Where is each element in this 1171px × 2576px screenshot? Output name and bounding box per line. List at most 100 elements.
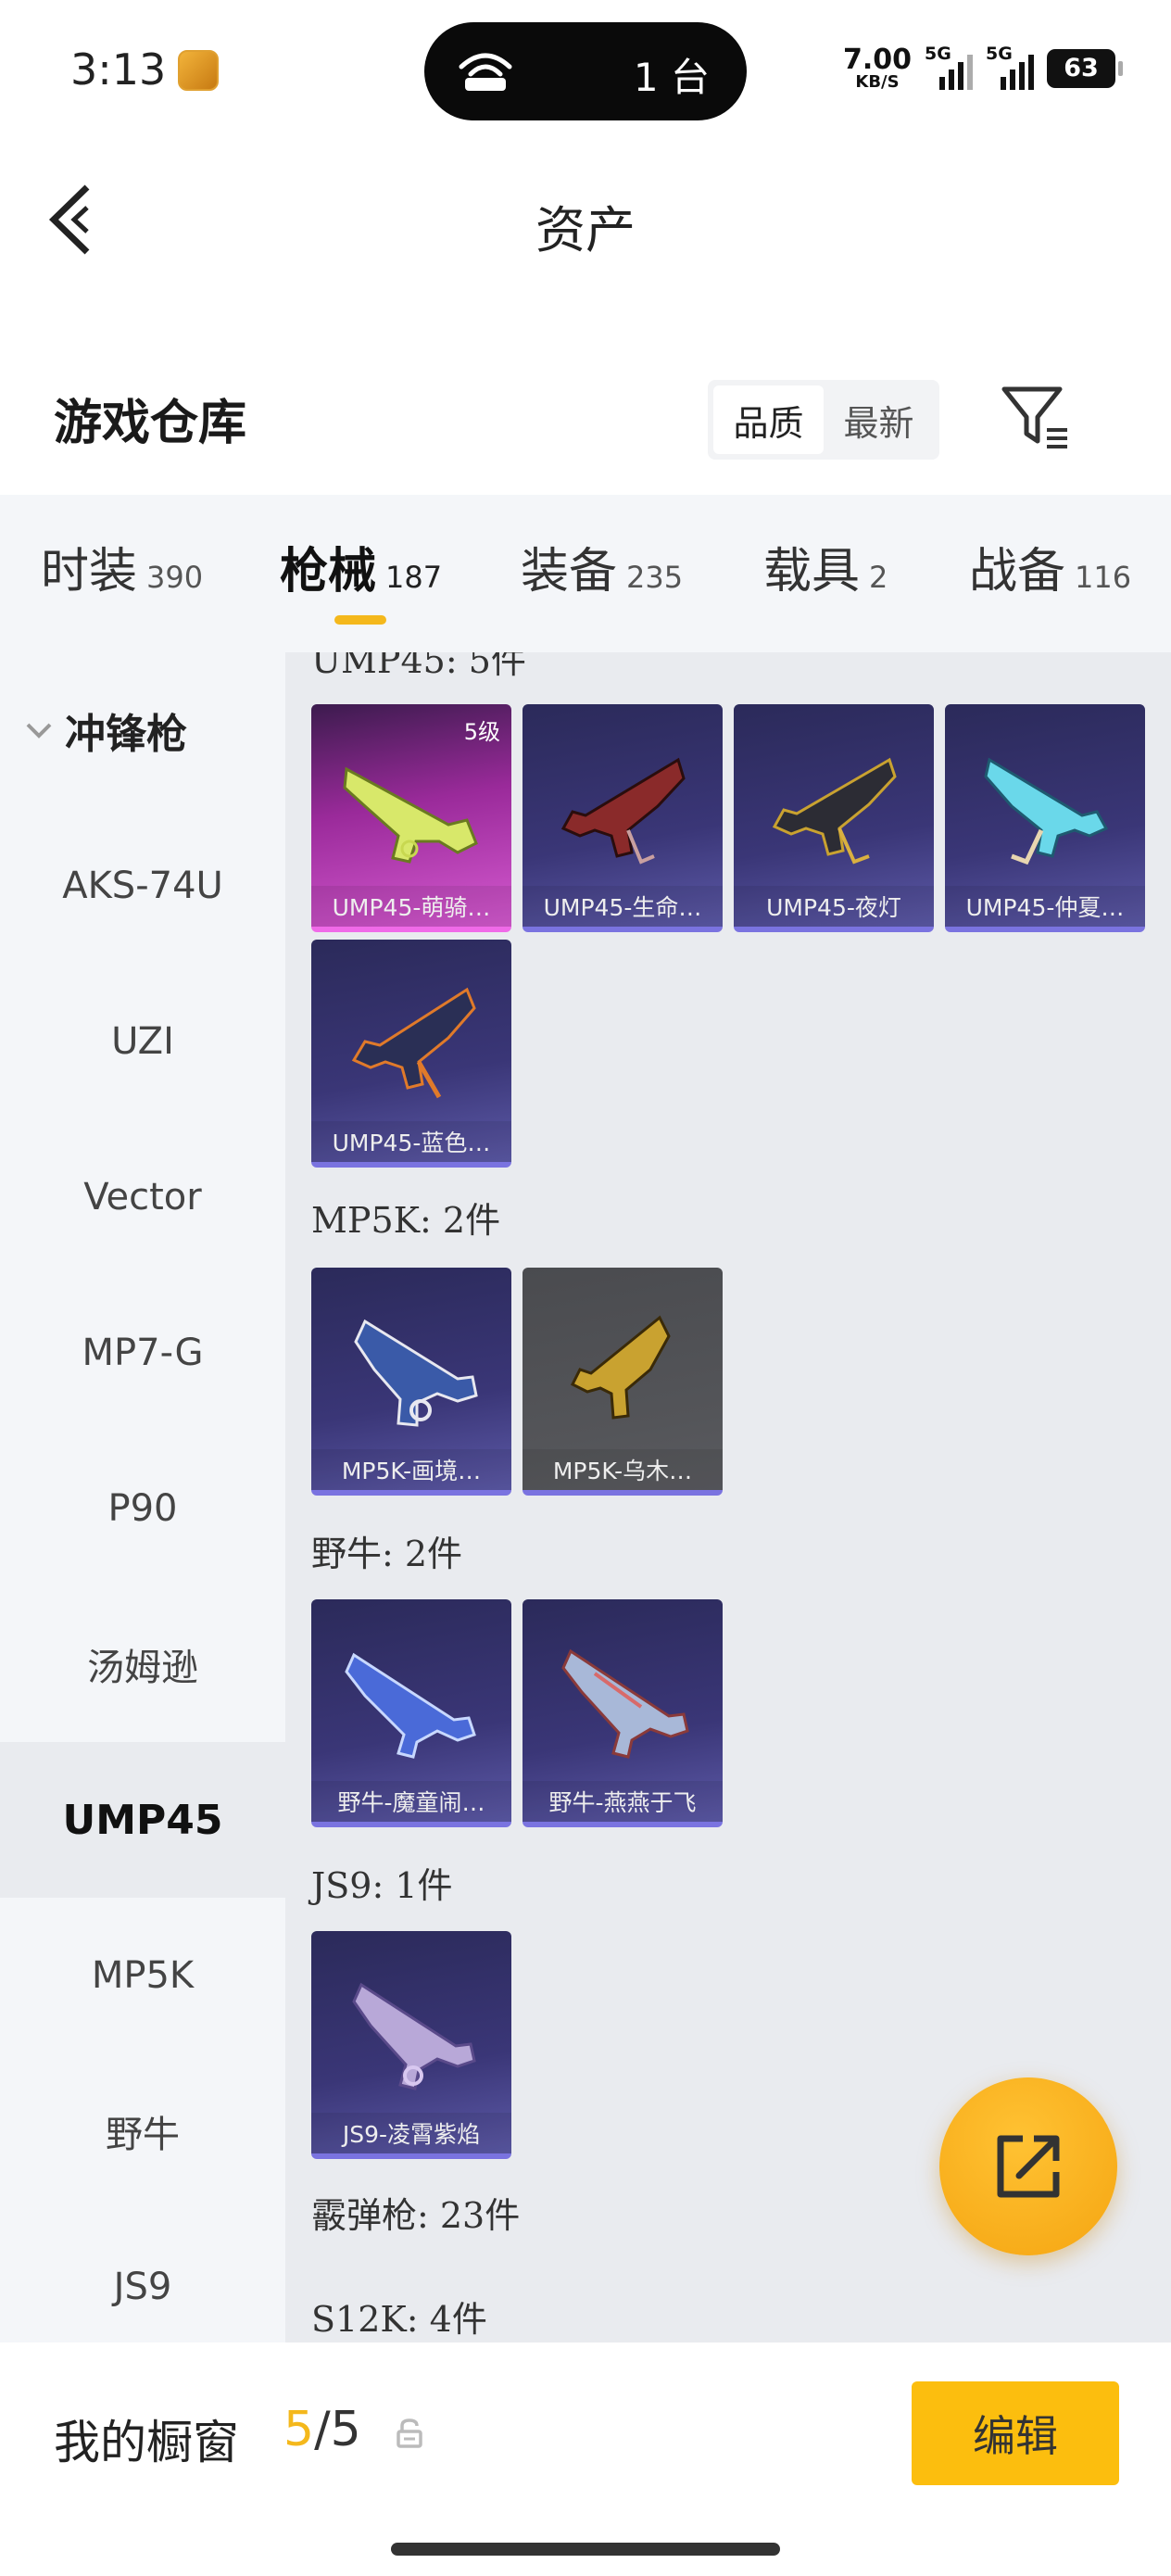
- tab-label: 战备: [969, 544, 1066, 600]
- item-card[interactable]: 野牛-魔童闹…: [311, 1599, 511, 1827]
- item-card[interactable]: MP5K-画境…: [311, 1268, 511, 1496]
- item-name: UMP45-仲夏…: [945, 886, 1145, 927]
- lock-icon: [397, 2418, 422, 2448]
- showcase-count: 5/5: [283, 2402, 361, 2457]
- sidebar-item-mp5k[interactable]: MP5K: [0, 1898, 285, 2053]
- item-card[interactable]: UMP45-夜灯: [734, 704, 934, 932]
- battery-level: 63: [1064, 54, 1099, 82]
- tab-count: 390: [146, 560, 204, 595]
- sidebar-item-aks74u[interactable]: AKS-74U: [0, 808, 285, 964]
- warehouse-title: 游戏仓库: [54, 395, 247, 451]
- sidebar-item-vector[interactable]: Vector: [0, 1119, 285, 1275]
- hotspot-device-count: 1 台: [633, 55, 710, 100]
- sort-newest-option[interactable]: 最新: [824, 385, 934, 454]
- item-card[interactable]: 5级 UMP45-萌骑…: [311, 704, 511, 932]
- item-name: UMP45-蓝色…: [311, 1121, 511, 1162]
- status-time: 3:13: [70, 44, 167, 95]
- item-card[interactable]: 野牛-燕燕于飞: [523, 1599, 723, 1827]
- item-name: 野牛-燕燕于飞: [523, 1781, 723, 1822]
- sidebar-item-uzi[interactable]: UZI: [0, 964, 285, 1119]
- app-notification-icon: [178, 50, 219, 91]
- sidebar-item-mp7g[interactable]: MP7-G: [0, 1275, 285, 1431]
- item-card[interactable]: MP5K-乌木…: [523, 1268, 723, 1496]
- sidebar-group-smg[interactable]: 冲锋枪: [0, 652, 285, 808]
- smg-skin-icon: [984, 757, 1109, 865]
- item-name: UMP45-夜灯: [734, 886, 934, 927]
- share-button[interactable]: [939, 2077, 1117, 2255]
- showcase-total: 5: [330, 2402, 361, 2457]
- showcase-separator: /: [314, 2402, 331, 2457]
- tab-equipment[interactable]: 装备 235: [521, 532, 683, 601]
- sort-toggle: 品质 最新: [708, 380, 939, 460]
- smg-skin-icon: [560, 757, 686, 865]
- hotspot-icon: [459, 53, 512, 91]
- item-card[interactable]: JS9-凌霄紫焰: [311, 1931, 511, 2159]
- network-speed-value: 7.00: [842, 44, 912, 76]
- smg-skin-icon: [570, 1315, 671, 1420]
- dynamic-island[interactable]: 1 台: [424, 22, 747, 120]
- tab-count: 116: [1075, 560, 1132, 595]
- sim2-signal-icon: 5G: [986, 44, 1034, 92]
- item-name: MP5K-画境…: [311, 1449, 511, 1490]
- sidebar-item-thompson[interactable]: 汤姆逊: [0, 1586, 285, 1742]
- item-name: 野牛-魔童闹…: [311, 1781, 511, 1822]
- tab-label: 载具: [763, 544, 861, 600]
- item-name: MP5K-乌木…: [523, 1449, 723, 1490]
- home-indicator[interactable]: [391, 2543, 780, 2556]
- sidebar-item-ump45[interactable]: UMP45: [0, 1742, 285, 1898]
- smg-skin-icon: [561, 1648, 689, 1759]
- item-name: UMP45-萌骑…: [311, 886, 511, 927]
- showcase-bar: 我的橱窗 5/5 编辑: [0, 2342, 1171, 2576]
- showcase-current: 5: [283, 2402, 315, 2457]
- sidebar-item-bizon[interactable]: 野牛: [0, 2053, 285, 2209]
- group-heading-mp5k: MP5K: 2件: [311, 1200, 501, 1241]
- edit-button[interactable]: 编辑: [912, 2381, 1119, 2485]
- group-heading-shotgun: 霰弹枪: 23件: [311, 2195, 521, 2236]
- tab-count: 187: [385, 560, 443, 595]
- showcase-label: 我的橱窗: [54, 2416, 239, 2469]
- item-name: UMP45-生命…: [523, 886, 723, 927]
- active-tab-indicator: [334, 615, 386, 625]
- tab-count: 2: [869, 560, 888, 595]
- chevron-down-icon: [26, 723, 52, 739]
- tab-count: 235: [626, 560, 684, 595]
- weapon-type-sidebar: 冲锋枪 AKS-74U UZI Vector MP7-G P90 汤姆逊 UMP…: [0, 652, 285, 2342]
- battery-icon: 63: [1047, 49, 1123, 88]
- tab-label: 装备: [521, 544, 618, 600]
- smg-skin-icon: [343, 766, 478, 864]
- page-title: 资产: [535, 201, 636, 259]
- smg-skin-icon: [345, 1652, 476, 1759]
- item-card[interactable]: UMP45-仲夏…: [945, 704, 1145, 932]
- item-card[interactable]: UMP45-蓝色…: [311, 940, 511, 1168]
- smg-skin-icon: [772, 757, 897, 865]
- sim1-signal-icon: 5G: [925, 44, 973, 92]
- item-card[interactable]: UMP45-生命…: [523, 704, 723, 932]
- item-name: JS9-凌霄紫焰: [311, 2113, 511, 2153]
- smg-skin-icon: [354, 1319, 478, 1427]
- category-tabs: 时装 390 枪械 187 装备 235 载具 2 战备 116: [0, 495, 1171, 652]
- group-heading-s12k: S12K: 4件: [311, 2299, 487, 2340]
- tab-fashion[interactable]: 时装 390: [41, 532, 203, 601]
- tab-guns[interactable]: 枪械 187: [280, 532, 442, 601]
- filter-button[interactable]: [995, 380, 1075, 460]
- status-bar: 3:13 1 台 7.00 KB/S 5G 5G 63: [0, 0, 1171, 139]
- share-external-icon: [997, 2135, 1060, 2198]
- smg-skin-icon: [352, 1982, 476, 2090]
- network-speed-unit: KB/S: [855, 72, 900, 92]
- tab-vehicles[interactable]: 载具 2: [763, 532, 888, 601]
- nav-header: 资产: [0, 148, 1171, 287]
- sidebar-group-label: 冲锋枪: [65, 711, 187, 758]
- status-indicators: 7.00 KB/S 5G 5G 63: [843, 41, 1123, 96]
- sort-quality-option[interactable]: 品质: [713, 385, 824, 454]
- sidebar-item-js9[interactable]: JS9: [0, 2209, 285, 2365]
- group-heading-js9: JS9: 1件: [311, 1865, 453, 1906]
- filter-icon: [1001, 386, 1067, 448]
- tab-supplies[interactable]: 战备 116: [969, 532, 1131, 601]
- tab-label: 时装: [41, 544, 138, 600]
- tab-label: 枪械: [280, 543, 377, 600]
- sidebar-item-p90[interactable]: P90: [0, 1431, 285, 1586]
- smg-skin-icon: [351, 987, 476, 1099]
- group-heading-ump45: UMP45: 5件: [311, 652, 526, 681]
- network-speed: 7.00 KB/S: [843, 46, 912, 91]
- group-heading-bizon: 野牛: 2件: [311, 1534, 463, 1574]
